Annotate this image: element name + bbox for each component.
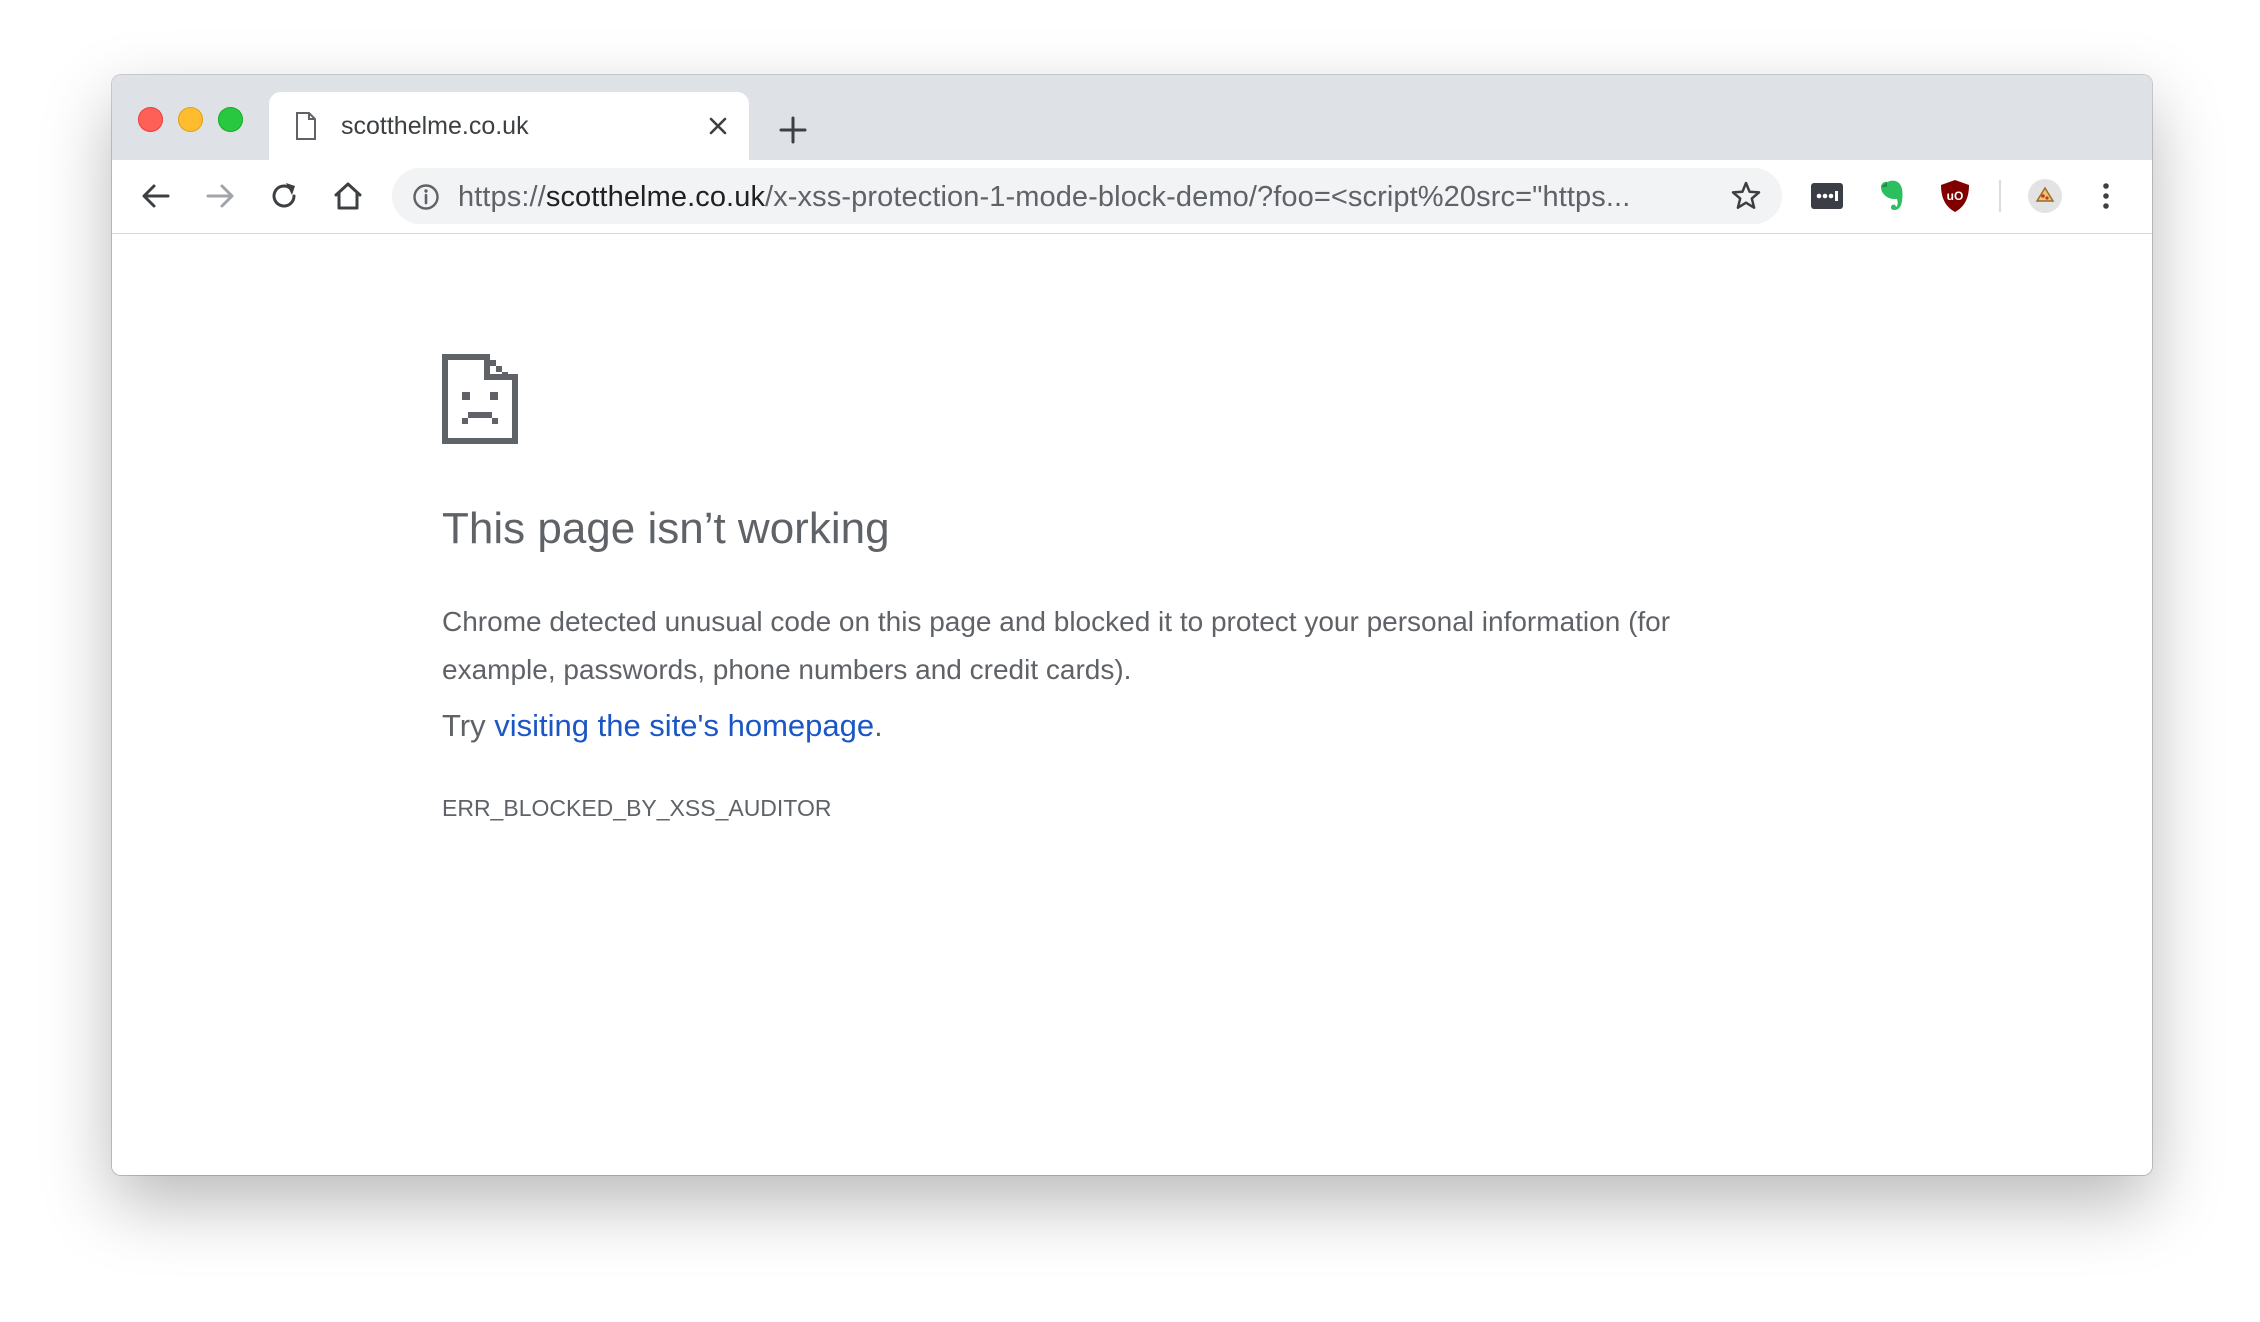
maximize-window-button[interactable] bbox=[218, 107, 243, 132]
password-manager-icon[interactable] bbox=[1808, 177, 1846, 215]
error-title: This page isn’t working bbox=[442, 504, 890, 553]
page-content: This page isn’t working Chrome detected … bbox=[112, 234, 2152, 1175]
close-icon[interactable] bbox=[707, 115, 729, 137]
address-bar[interactable]: https://scotthelme.co.uk/x-xss-protectio… bbox=[392, 168, 1782, 224]
tab-title: scotthelme.co.uk bbox=[341, 112, 529, 140]
url-scheme: https:// bbox=[458, 181, 546, 213]
arrow-left-icon[interactable] bbox=[138, 178, 174, 214]
evernote-icon[interactable] bbox=[1872, 177, 1910, 215]
info-icon[interactable] bbox=[412, 183, 440, 211]
minimize-window-button[interactable] bbox=[178, 107, 203, 132]
error-description: Chrome detected unusual code on this pag… bbox=[442, 606, 1671, 685]
toolbar-divider bbox=[1999, 180, 2001, 212]
error-code: ERR_BLOCKED_BY_XSS_AUDITOR bbox=[442, 795, 832, 821]
reload-icon[interactable] bbox=[266, 178, 302, 214]
title-bar: scotthelme.co.uk bbox=[112, 75, 2152, 160]
avatar-icon[interactable] bbox=[2026, 177, 2064, 215]
url-host: scotthelme.co.uk bbox=[545, 181, 766, 213]
ublock-icon[interactable]: uO bbox=[1936, 177, 1974, 215]
tab-active[interactable]: scotthelme.co.uk bbox=[269, 92, 749, 160]
sad-page-icon bbox=[442, 354, 518, 444]
suggestion-prefix: Try bbox=[442, 708, 495, 743]
svg-text:uO: uO bbox=[1947, 189, 1964, 203]
url-path: /x-xss-protection-1-mode-block-demo/?foo… bbox=[765, 181, 1631, 213]
toolbar: https://scotthelme.co.uk/x-xss-protectio… bbox=[112, 160, 2152, 234]
error-suggestion: Try visiting the site's homepage. bbox=[442, 708, 883, 744]
homepage-link[interactable]: visiting the site's homepage bbox=[494, 708, 874, 743]
plus-icon[interactable] bbox=[778, 115, 808, 145]
suggestion-suffix: . bbox=[874, 708, 883, 743]
browser-window: scotthelme.co.uk https://scotthelme.co.u… bbox=[112, 75, 2152, 1175]
page-icon bbox=[296, 112, 316, 140]
url-text[interactable]: https://scotthelme.co.uk/x-xss-protectio… bbox=[458, 181, 1708, 214]
more-vert-icon[interactable] bbox=[2087, 177, 2125, 215]
home-icon[interactable] bbox=[330, 178, 366, 214]
close-window-button[interactable] bbox=[138, 107, 163, 132]
star-icon[interactable] bbox=[1730, 180, 1762, 212]
arrow-right-icon[interactable] bbox=[202, 178, 238, 214]
